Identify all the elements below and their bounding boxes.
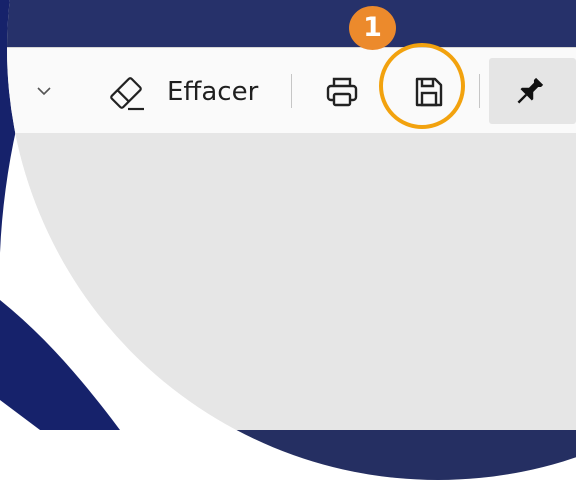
eraser-icon <box>110 77 144 111</box>
step-badge: 1 <box>349 6 396 50</box>
toolbar-divider <box>479 74 480 108</box>
pin-icon <box>517 77 544 104</box>
eraser-label: Effacer <box>167 77 259 107</box>
print-button[interactable] <box>318 68 366 116</box>
screenshot-stage: Effacer 1 <box>0 0 576 489</box>
highlight-ring <box>379 43 465 129</box>
window-footer-dark <box>7 430 576 480</box>
chevron-down-icon[interactable] <box>37 86 51 96</box>
content-area <box>7 133 576 430</box>
window-header-dark <box>7 0 576 47</box>
pin-button[interactable] <box>489 58 576 124</box>
magnified-window: Effacer <box>7 0 576 480</box>
print-icon <box>326 77 358 107</box>
toolbar-divider <box>291 74 292 108</box>
